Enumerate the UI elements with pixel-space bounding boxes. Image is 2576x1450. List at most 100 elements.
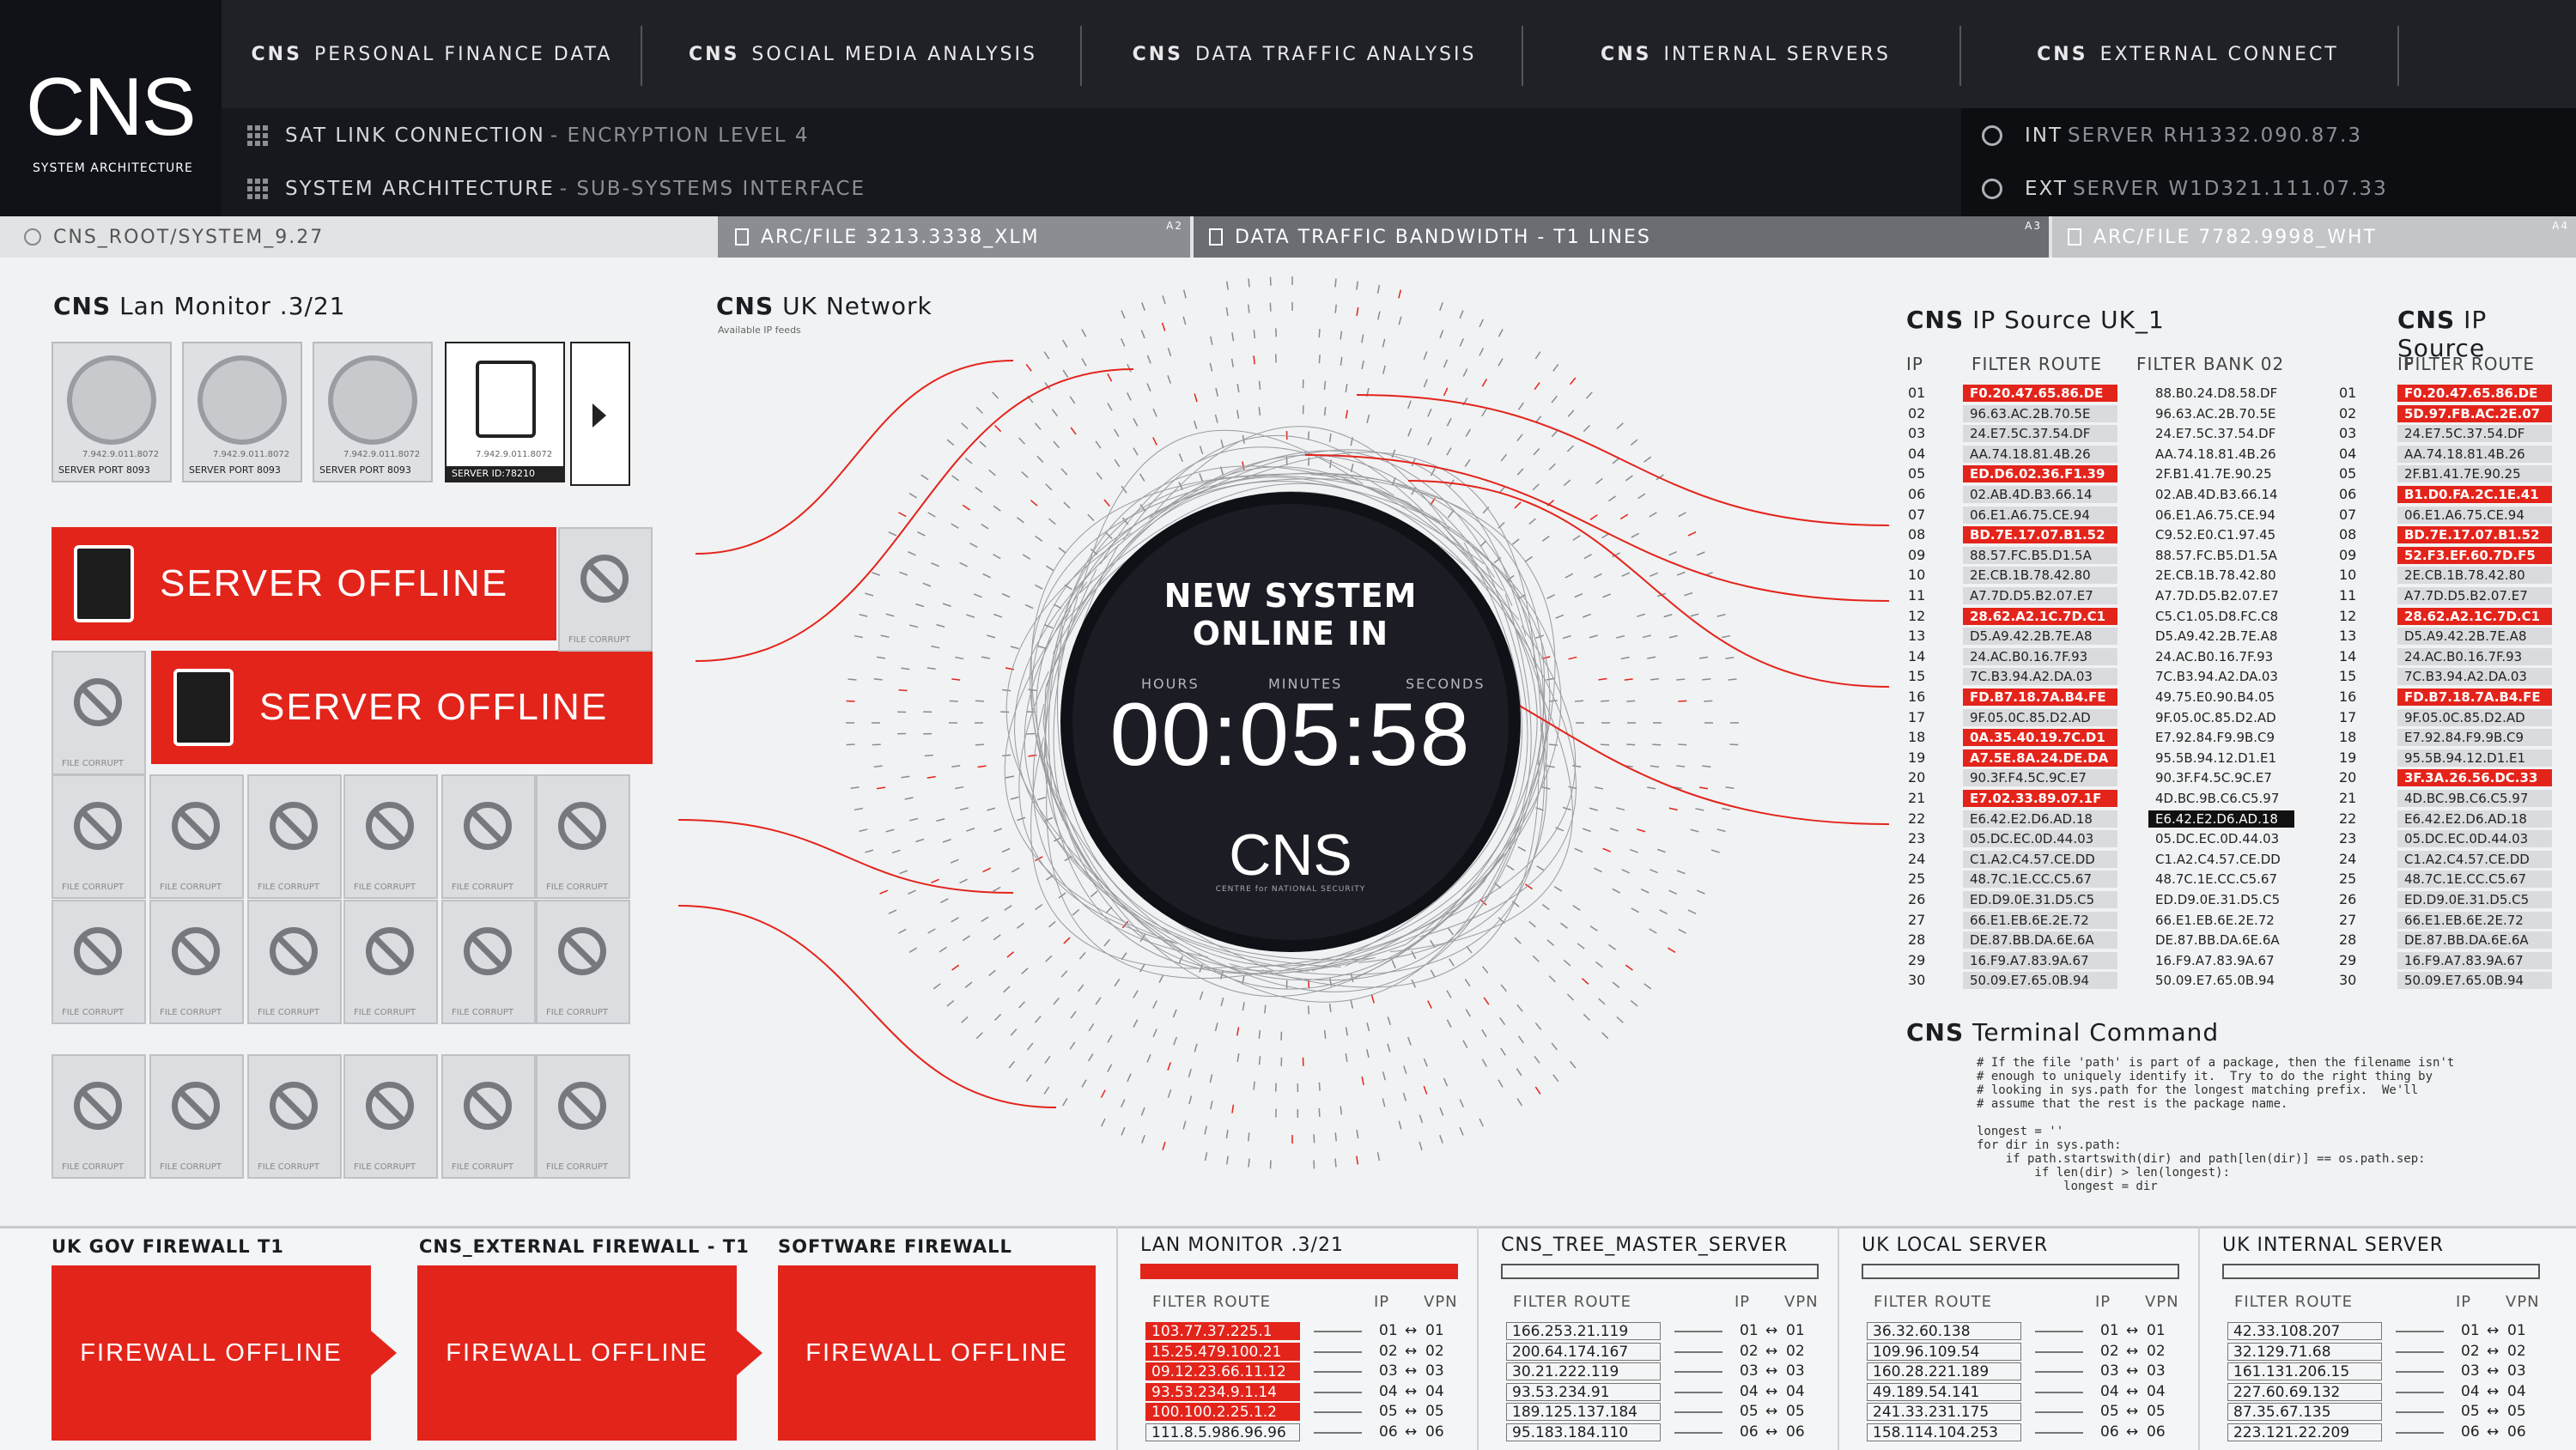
filter-bank-cell[interactable]: 66.E1.EB.6E.2E.72 xyxy=(2148,912,2294,929)
filter-route-cell[interactable]: E6.42.E2.D6.AD.18 xyxy=(2397,810,2552,828)
filter-route-cell[interactable]: 9F.05.0C.85.D2.AD xyxy=(1963,708,2117,726)
corrupt-file-tile[interactable]: FILE CORRUPT xyxy=(247,774,342,899)
filter-route-cell[interactable]: BD.7E.17.07.B1.52 xyxy=(2397,526,2552,544)
tab-external-connect[interactable]: CNS EXTERNAL CONNECT xyxy=(1965,0,2411,108)
filter-bank-cell[interactable]: A7.7D.D5.B2.07.E7 xyxy=(2148,587,2294,604)
route-cell[interactable]: 200.64.174.167 xyxy=(1506,1342,1661,1361)
corrupt-file-tile[interactable]: FILE CORRUPT xyxy=(536,1054,630,1179)
route-cell[interactable]: 166.253.21.119 xyxy=(1506,1322,1661,1340)
route-cell[interactable]: 241.33.231.175 xyxy=(1867,1403,2021,1421)
corrupt-file-tile[interactable]: FILE CORRUPT xyxy=(536,774,630,899)
filter-route-cell[interactable]: 66.E1.EB.6E.2E.72 xyxy=(1963,911,2117,929)
filter-route-cell[interactable]: 50.09.E7.65.0B.94 xyxy=(1963,972,2117,990)
filter-route-cell[interactable]: 16.F9.A7.83.9A.67 xyxy=(2397,951,2552,969)
filter-bank-cell[interactable]: 49.75.E0.90.B4.05 xyxy=(2148,689,2294,706)
corrupt-file-tile[interactable]: FILE CORRUPT xyxy=(52,900,146,1024)
corrupt-file-tile[interactable]: FILE CORRUPT xyxy=(343,1054,438,1179)
filter-route-cell[interactable]: 2E.CB.1B.78.42.80 xyxy=(2397,567,2552,585)
filter-bank-cell[interactable]: ED.D9.0E.31.D5.C5 xyxy=(2148,891,2294,908)
filter-bank-cell[interactable]: DE.87.BB.DA.6E.6A xyxy=(2148,931,2294,949)
filter-route-cell[interactable]: 06.E1.A6.75.CE.94 xyxy=(1963,506,2117,524)
filter-bank-cell[interactable]: D5.A9.42.2B.7E.A8 xyxy=(2148,628,2294,645)
tab-arc-file-2[interactable]: ARC/FILE 7782.9998_WHT A4 xyxy=(2052,216,2576,258)
filter-route-cell[interactable]: 7C.B3.94.A2.DA.03 xyxy=(1963,668,2117,686)
route-cell[interactable]: 95.183.184.110 xyxy=(1506,1423,1661,1441)
filter-route-cell[interactable]: F0.20.47.65.86.DE xyxy=(2397,385,2552,402)
corrupt-file-tile[interactable]: FILE CORRUPT xyxy=(558,527,653,652)
filter-route-cell[interactable]: ED.D6.02.36.F1.39 xyxy=(1963,465,2117,483)
corrupt-file-tile[interactable]: FILE CORRUPT xyxy=(343,774,438,899)
filter-route-cell[interactable]: FD.B7.18.7A.B4.FE xyxy=(2397,689,2552,706)
filter-route-cell[interactable]: ED.D9.0E.31.D5.C5 xyxy=(1963,891,2117,908)
tab-social-media[interactable]: CNS SOCIAL MEDIA ANALYSIS xyxy=(642,0,1084,108)
filter-route-cell[interactable]: AA.74.18.81.4B.26 xyxy=(1963,445,2117,463)
filter-bank-cell[interactable]: 05.DC.EC.0D.44.03 xyxy=(2148,830,2294,847)
corrupt-file-tile[interactable]: FILE CORRUPT xyxy=(247,900,342,1024)
filter-route-cell[interactable]: E7.02.33.89.07.1F xyxy=(1963,790,2117,807)
server-card[interactable]: 7.942.9.011.8072 SERVER PORT 8093 xyxy=(313,342,433,482)
route-cell[interactable]: 111.8.5.986.96.96 xyxy=(1145,1423,1300,1441)
server-offline-alert[interactable]: SERVER OFFLINE xyxy=(52,527,556,640)
server-card-selected[interactable]: 7.942.9.011.8072 SERVER ID:78210 xyxy=(445,342,565,482)
filter-route-cell[interactable]: 05.DC.EC.0D.44.03 xyxy=(2397,830,2552,848)
filter-route-cell[interactable]: 24.AC.B0.16.7F.93 xyxy=(1963,647,2117,665)
tab-data-traffic[interactable]: CNS DATA TRAFFIC ANALYSIS xyxy=(1084,0,1525,108)
route-cell[interactable]: 161.131.206.15 xyxy=(2227,1362,2382,1380)
corrupt-file-tile[interactable]: FILE CORRUPT xyxy=(343,900,438,1024)
corrupt-file-tile[interactable]: FILE CORRUPT xyxy=(441,774,536,899)
route-cell[interactable]: 36.32.60.138 xyxy=(1867,1322,2021,1340)
filter-route-cell[interactable]: E7.92.84.F9.9B.C9 xyxy=(2397,729,2552,747)
filter-bank-cell[interactable]: 9F.05.0C.85.D2.AD xyxy=(2148,709,2294,726)
filter-route-cell[interactable]: 88.57.FC.B5.D1.5A xyxy=(1963,546,2117,564)
route-cell[interactable]: 158.114.104.253 xyxy=(1867,1423,2021,1441)
filter-bank-cell[interactable]: AA.74.18.81.4B.26 xyxy=(2148,446,2294,463)
filter-bank-cell[interactable]: 50.09.E7.65.0B.94 xyxy=(2148,972,2294,989)
filter-bank-cell[interactable]: 88.57.FC.B5.D1.5A xyxy=(2148,547,2294,564)
filter-route-cell[interactable]: A7.7D.D5.B2.07.E7 xyxy=(2397,587,2552,604)
filter-route-cell[interactable]: BD.7E.17.07.B1.52 xyxy=(1963,526,2117,544)
filter-route-cell[interactable]: 02.AB.4D.B3.66.14 xyxy=(1963,486,2117,503)
filter-route-cell[interactable]: DE.87.BB.DA.6E.6A xyxy=(2397,931,2552,949)
firewall-offline-alert[interactable]: FIREWALL OFFLINE xyxy=(778,1265,1096,1441)
filter-route-cell[interactable]: A7.5E.8A.24.DE.DA xyxy=(1963,749,2117,767)
filter-route-cell[interactable]: AA.74.18.81.4B.26 xyxy=(2397,445,2552,463)
firewall-offline-alert[interactable]: FIREWALL OFFLINE xyxy=(52,1265,371,1441)
ext-server-row[interactable]: EXT SERVER W1D321.111.07.33 xyxy=(1982,163,2388,215)
filter-route-cell[interactable]: 4D.BC.9B.C6.C5.97 xyxy=(2397,790,2552,807)
route-cell[interactable]: 42.33.108.207 xyxy=(2227,1322,2382,1340)
filter-route-cell[interactable]: 24.E7.5C.37.54.DF xyxy=(1963,425,2117,443)
filter-route-cell[interactable]: 28.62.A2.1C.7D.C1 xyxy=(1963,607,2117,625)
filter-route-cell[interactable]: C1.A2.C4.57.CE.DD xyxy=(1963,850,2117,868)
filter-route-cell[interactable]: 7C.B3.94.A2.DA.03 xyxy=(2397,668,2552,686)
filter-route-cell[interactable]: F0.20.47.65.86.DE xyxy=(1963,385,2117,402)
filter-route-cell[interactable]: 16.F9.A7.83.9A.67 xyxy=(1963,951,2117,969)
route-cell[interactable]: 15.25.479.100.21 xyxy=(1145,1342,1300,1361)
route-cell[interactable]: 227.60.69.132 xyxy=(2227,1382,2382,1401)
filter-bank-cell[interactable]: 24.AC.B0.16.7F.93 xyxy=(2148,648,2294,665)
route-cell[interactable]: 87.35.67.135 xyxy=(2227,1403,2382,1421)
route-cell[interactable]: 223.121.22.209 xyxy=(2227,1423,2382,1441)
filter-route-cell[interactable]: D5.A9.42.2B.7E.A8 xyxy=(2397,628,2552,646)
corrupt-file-tile[interactable]: FILE CORRUPT xyxy=(52,774,146,899)
filter-bank-cell[interactable]: E7.92.84.F9.9B.C9 xyxy=(2148,729,2294,746)
corrupt-file-tile[interactable]: FILE CORRUPT xyxy=(149,1054,244,1179)
filter-bank-cell[interactable]: 02.AB.4D.B3.66.14 xyxy=(2148,486,2294,503)
filter-bank-cell[interactable]: 95.5B.94.12.D1.E1 xyxy=(2148,749,2294,767)
filter-route-cell[interactable]: 66.E1.EB.6E.2E.72 xyxy=(2397,911,2552,929)
cns-logo[interactable]: CNS SYSTEM ARCHITECTURE xyxy=(0,0,222,216)
filter-route-cell[interactable]: ED.D9.0E.31.D5.C5 xyxy=(2397,891,2552,908)
filter-route-cell[interactable]: 24.E7.5C.37.54.DF xyxy=(2397,425,2552,443)
corrupt-file-tile[interactable]: FILE CORRUPT xyxy=(536,900,630,1024)
filter-bank-cell[interactable]: 16.F9.A7.83.9A.67 xyxy=(2148,952,2294,969)
filter-bank-cell[interactable]: 4D.BC.9B.C6.C5.97 xyxy=(2148,790,2294,807)
route-cell[interactable]: 160.28.221.189 xyxy=(1867,1362,2021,1380)
route-cell[interactable]: 109.96.109.54 xyxy=(1867,1342,2021,1361)
filter-bank-cell[interactable]: 96.63.AC.2B.70.5E xyxy=(2148,405,2294,422)
corrupt-file-tile[interactable]: FILE CORRUPT xyxy=(149,774,244,899)
root-path[interactable]: CNS_ROOT/SYSTEM_9.27 xyxy=(0,216,718,258)
corrupt-file-tile[interactable]: FILE CORRUPT xyxy=(441,900,536,1024)
filter-route-cell[interactable]: 95.5B.94.12.D1.E1 xyxy=(2397,749,2552,767)
filter-bank-cell[interactable]: C1.A2.C4.57.CE.DD xyxy=(2148,851,2294,868)
route-cell[interactable]: 49.189.54.141 xyxy=(1867,1382,2021,1401)
route-cell[interactable]: 30.21.222.119 xyxy=(1506,1362,1661,1380)
